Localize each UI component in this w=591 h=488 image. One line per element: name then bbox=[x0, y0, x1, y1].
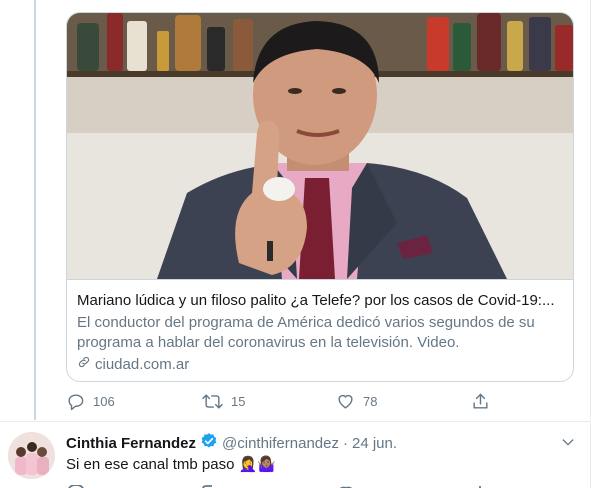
display-name[interactable]: Cinthia Fernandez bbox=[66, 435, 196, 452]
tweet-text: Si en ese canal tmb paso 🤦‍♀️🤷🏽‍♀️ bbox=[66, 455, 276, 474]
tweet-action-bar-partial bbox=[66, 480, 566, 488]
reply-count: 106 bbox=[93, 394, 115, 409]
retweet-icon bbox=[202, 392, 223, 411]
retweet-count: 15 bbox=[231, 394, 246, 409]
card-text-area: Mariano lúdica y un filoso palito ¿a Tel… bbox=[67, 279, 573, 381]
tweet[interactable]: Cinthia Fernandez @cinthifernandez · 24 … bbox=[0, 422, 590, 488]
reply-button[interactable]: 106 bbox=[66, 392, 115, 411]
card-domain: ciudad.com.ar bbox=[95, 356, 190, 373]
tweet-thread: Mariano lúdica y un filoso palito ¿a Tel… bbox=[0, 0, 591, 488]
like-count: 78 bbox=[363, 394, 378, 409]
share-button[interactable] bbox=[471, 392, 490, 411]
like-icon bbox=[336, 392, 355, 411]
verified-icon bbox=[200, 432, 218, 454]
chevron-down-icon bbox=[560, 437, 576, 454]
thread-connector-line bbox=[34, 0, 36, 420]
user-handle[interactable]: @cinthifernandez bbox=[222, 435, 339, 452]
tweet-text-content: Si en ese canal tmb paso bbox=[66, 455, 235, 473]
timestamp[interactable]: 24 jun. bbox=[352, 435, 397, 452]
separator-dot: · bbox=[342, 434, 348, 452]
tweet-action-bar: 106 15 78 bbox=[66, 392, 576, 412]
card-description: El conductor del programa de América ded… bbox=[77, 314, 535, 351]
avatar[interactable] bbox=[8, 432, 55, 479]
card-thumbnail bbox=[67, 13, 573, 279]
emoji-text: 🤦‍♀️🤷🏽‍♀️ bbox=[238, 456, 276, 473]
more-options-button[interactable] bbox=[560, 434, 576, 455]
retweet-button[interactable]: 15 bbox=[202, 392, 245, 411]
card-domain-row: ciudad.com.ar bbox=[77, 355, 565, 375]
tweet-header: Cinthia Fernandez @cinthifernandez · 24 … bbox=[66, 432, 397, 454]
link-icon bbox=[77, 355, 91, 375]
link-preview-card[interactable]: Mariano lúdica y un filoso palito ¿a Tel… bbox=[66, 12, 574, 382]
reply-icon bbox=[66, 392, 85, 411]
like-button[interactable]: 78 bbox=[336, 392, 377, 411]
card-title: Mariano lúdica y un filoso palito ¿a Tel… bbox=[77, 292, 555, 309]
share-icon bbox=[471, 392, 490, 411]
